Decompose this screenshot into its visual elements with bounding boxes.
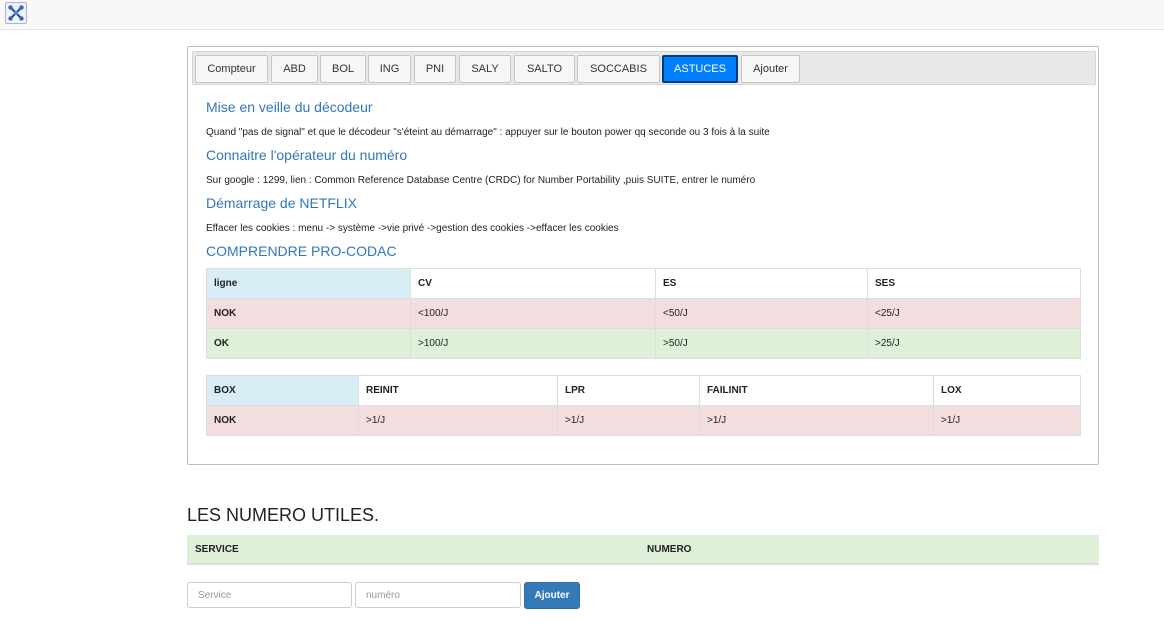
tab-astuces[interactable]: ASTUCES — [662, 55, 738, 83]
service-column-header: SERVICE — [195, 544, 239, 555]
tabs-panel: Compteur ABD BOL ING PNI SALY SALTO SOCC… — [187, 46, 1099, 465]
table-cell: >1/J — [358, 405, 558, 436]
tab-bol[interactable]: BOL — [320, 55, 366, 83]
table-header-cell: CV — [410, 268, 656, 299]
netflix-text: Effacer les cookies : menu -> système ->… — [206, 223, 619, 234]
table-cell: >1/J — [933, 405, 1081, 436]
tab-saly[interactable]: SALY — [459, 55, 511, 83]
operateur-title: Connaitre l'opérateur du numéro — [206, 147, 408, 163]
add-number-button[interactable]: Ajouter — [524, 582, 580, 609]
tab-soccabis[interactable]: SOCCABIS — [577, 55, 660, 83]
veille-text: Quand "pas de signal" et que le décodeur… — [206, 127, 770, 138]
tab-abd[interactable]: ABD — [271, 55, 318, 83]
table-header-cell: FAILINIT — [699, 375, 934, 406]
tab-ing[interactable]: ING — [368, 55, 411, 83]
table-header-cell: SES — [867, 268, 1081, 299]
tab-pni[interactable]: PNI — [414, 55, 456, 83]
table-row: NOK <100/J <50/J <25/J — [206, 298, 1081, 329]
table-header-cell: REINIT — [358, 375, 558, 406]
utiles-title: LES NUMERO UTILES. — [187, 505, 380, 525]
numero-column-header: NUMERO — [647, 544, 692, 555]
top-navbar — [0, 0, 1164, 30]
network-icon[interactable] — [5, 2, 27, 24]
netflix-title: Démarrage de NETFLIX — [206, 195, 357, 211]
table-cell: >1/J — [557, 405, 700, 436]
procodac-title: COMPRENDRE PRO-CODAC — [206, 243, 397, 259]
table-cell: OK — [206, 328, 411, 359]
procodac-table: ligne CV ES SES NOK <100/J <50/J <25/J O… — [206, 268, 1081, 359]
tab-ajouter[interactable]: Ajouter — [741, 55, 800, 83]
operateur-text: Sur google : 1299, lien : Common Referen… — [206, 175, 756, 186]
table-cell: <25/J — [867, 298, 1081, 329]
box-table: BOX REINIT LPR FAILINIT LOX NOK >1/J >1/… — [206, 375, 1081, 436]
table-row: OK >100/J >50/J >25/J — [206, 328, 1081, 359]
table-cell: >1/J — [699, 405, 934, 436]
table-row: ligne CV ES SES — [206, 268, 1081, 299]
tab-compteur[interactable]: Compteur — [195, 55, 268, 83]
table-cell: <100/J — [410, 298, 656, 329]
table-cell: >100/J — [410, 328, 656, 359]
table-header-cell: ligne — [206, 268, 411, 299]
table-header-cell: LOX — [933, 375, 1081, 406]
table-header-cell: BOX — [206, 375, 359, 406]
service-input[interactable] — [187, 582, 352, 608]
tab-bar: Compteur ABD BOL ING PNI SALY SALTO SOCC… — [192, 51, 1096, 85]
table-row: BOX REINIT LPR FAILINIT LOX — [206, 375, 1081, 406]
tab-salto[interactable]: SALTO — [514, 55, 575, 83]
numero-input[interactable] — [355, 582, 521, 608]
table-cell: NOK — [206, 405, 359, 436]
veille-title: Mise en veille du décodeur — [206, 99, 373, 115]
table-cell: NOK — [206, 298, 411, 329]
table-header-cell: ES — [655, 268, 868, 299]
table-cell: >50/J — [655, 328, 868, 359]
table-cell: >25/J — [867, 328, 1081, 359]
table-cell: <50/J — [655, 298, 868, 329]
utiles-table-header: SERVICE NUMERO — [187, 535, 1099, 565]
table-header-cell: LPR — [557, 375, 700, 406]
table-row: NOK >1/J >1/J >1/J >1/J — [206, 405, 1081, 436]
